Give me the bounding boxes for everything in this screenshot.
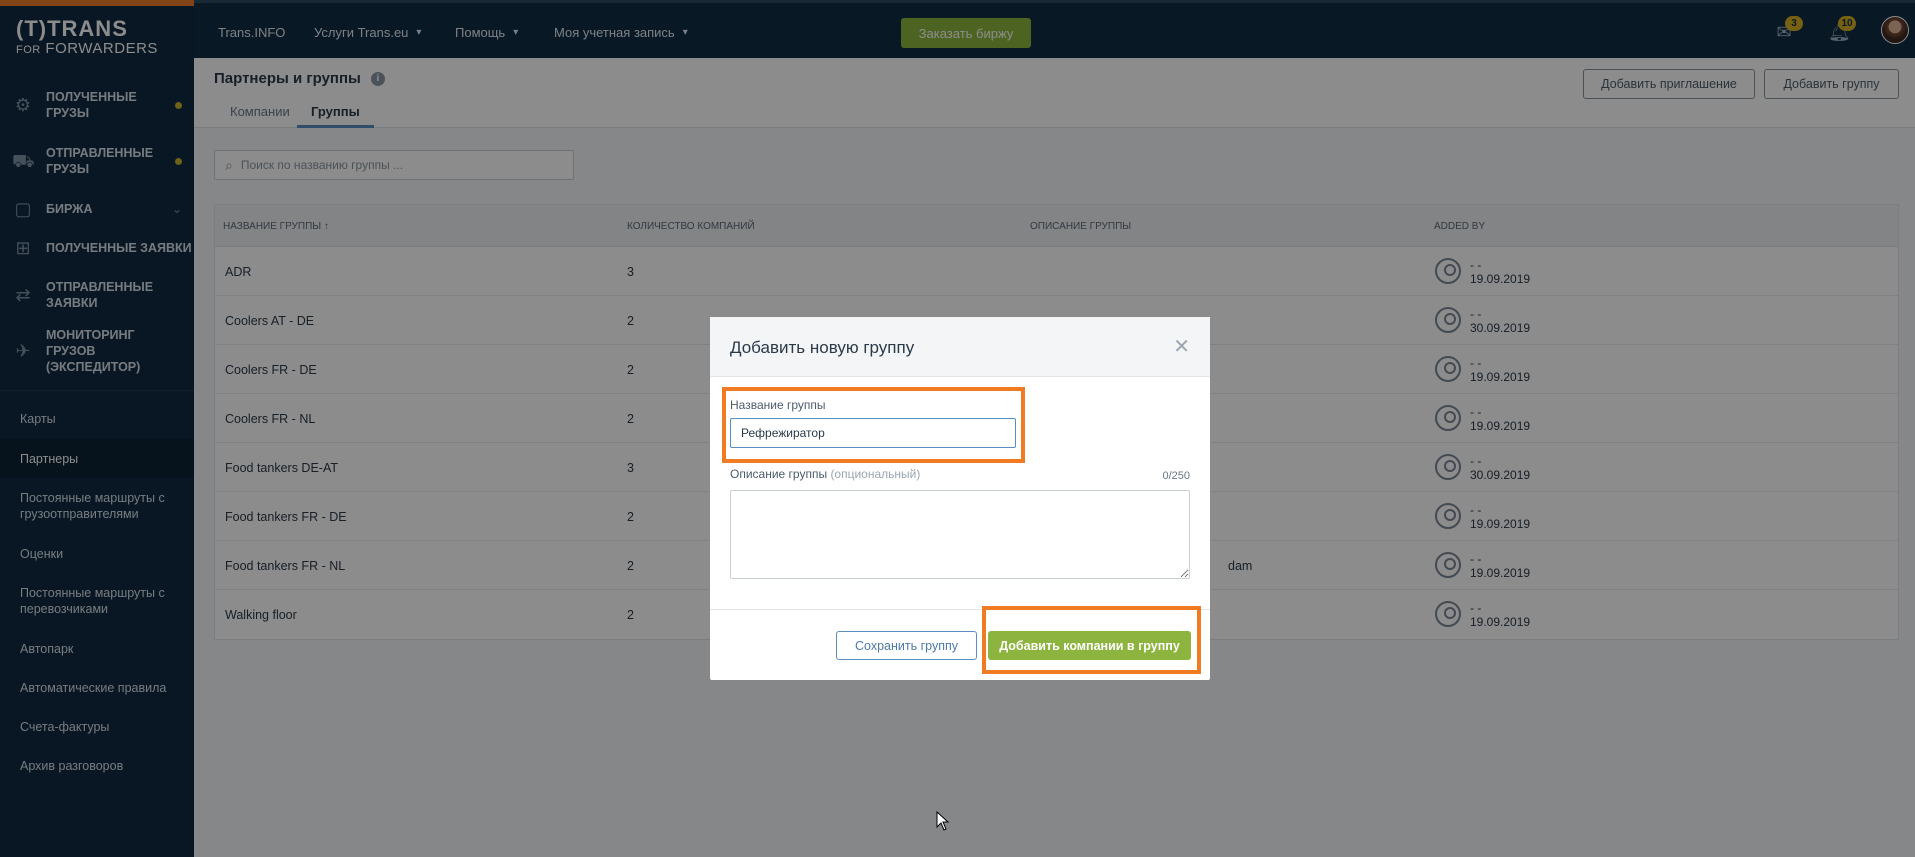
mouse-cursor-icon xyxy=(936,811,950,831)
add-group-dialog: Добавить новую группу ✕ Название группы … xyxy=(710,317,1210,680)
save-group-button[interactable]: Сохранить группу xyxy=(836,631,977,660)
close-icon[interactable]: ✕ xyxy=(1173,334,1190,359)
add-companies-to-group-button[interactable]: Добавить компании в группу xyxy=(988,631,1191,660)
group-description-textarea[interactable] xyxy=(730,490,1190,579)
character-counter: 0/250 xyxy=(1162,470,1190,482)
dialog-header: Добавить новую группу ✕ xyxy=(710,317,1210,377)
group-name-label: Название группы xyxy=(730,398,826,412)
group-description-label: Описание группы (опциональный) xyxy=(730,467,921,481)
dialog-title: Добавить новую группу xyxy=(730,338,915,357)
group-name-input[interactable] xyxy=(730,418,1016,448)
optional-hint: (опциональный) xyxy=(830,467,921,481)
